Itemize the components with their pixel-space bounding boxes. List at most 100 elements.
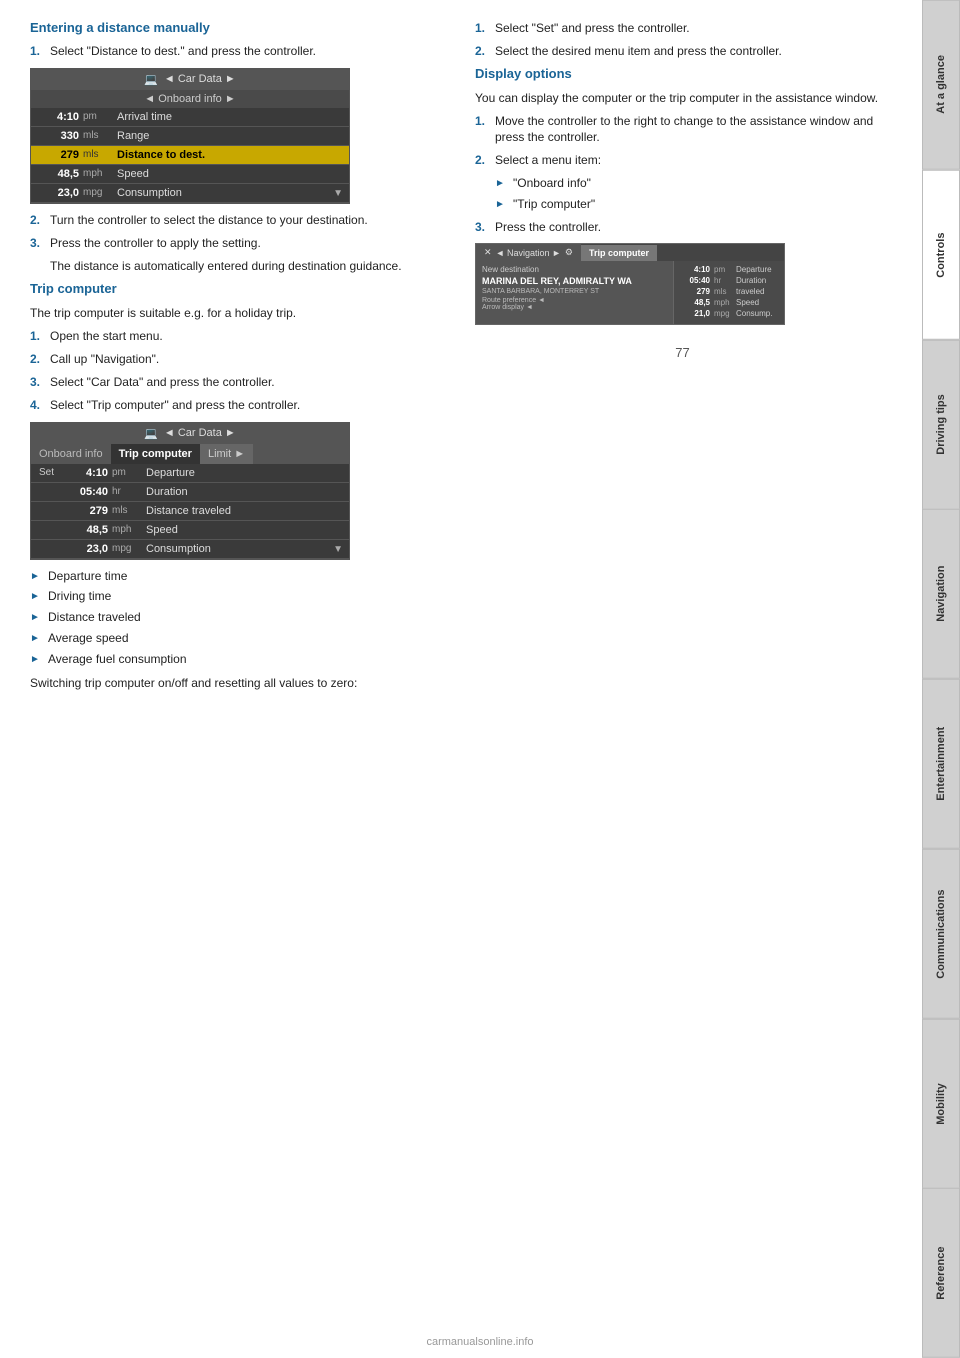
trip-steps-list: 1. Open the start menu. 2. Call up "Navi… (30, 328, 445, 413)
section-display-options: Display options You can display the comp… (475, 66, 890, 326)
car-data-row-range: 330 mls Range (31, 127, 349, 146)
nav-body: New destination MARINA DEL REY, ADMIRALT… (476, 261, 784, 324)
nav-settings-icon: ⚙ (565, 247, 573, 258)
display-step-text-3: Press the controller. (495, 219, 601, 236)
right-step-text-1: Select "Set" and press the controller. (495, 20, 690, 37)
sidebar-tab-entertainment[interactable]: Entertainment (922, 679, 960, 849)
trip-row-speed: 48,5 mph Speed (31, 521, 349, 540)
trip-step-3: 3. Select "Car Data" and press the contr… (30, 374, 445, 391)
trip-row-duration: 05:40 hr Duration (31, 483, 349, 502)
trip-box-header: 💻 ◄ Car Data ► (31, 423, 349, 444)
watermark: carmanualsonline.info (426, 1336, 533, 1348)
page-number: 77 (475, 345, 890, 370)
step-2: 2. Turn the controller to select the dis… (30, 212, 445, 229)
nav-tab-navigation: ✕ ◄ Navigation ► ⚙ (476, 244, 581, 261)
distance-note: The distance is automatically entered du… (50, 257, 445, 275)
trip-bullet-list: ► Departure time ► Driving time ► Distan… (30, 568, 445, 668)
trip-row-dist-traveled: 279 mls Distance traveled (31, 502, 349, 521)
trip-step-num-1: 1. (30, 328, 44, 345)
sidebar-tab-communications[interactable]: Communications (922, 849, 960, 1019)
car-data-row-consumption: 23,0 mpg Consumption ▼ (31, 184, 349, 203)
trip-scroll-arrow-icon: ▼ (333, 544, 343, 555)
step-num-3: 3. (30, 235, 44, 252)
display-step3-list: 3. Press the controller. (475, 219, 890, 236)
display-step-text-2: Select a menu item: (495, 152, 601, 169)
section-heading-display: Display options (475, 66, 890, 81)
car-data-icon: 💻 (144, 73, 158, 86)
submenu-arrow-2: ► (495, 198, 507, 212)
car-data-subheader-1: ◄ Onboard info ► (31, 90, 349, 108)
right-step-num-2: 2. (475, 43, 489, 60)
section-heading-trip: Trip computer (30, 281, 445, 296)
nav-data-duration: 05:40 hr Duration (680, 276, 778, 285)
trip-box-icon: 💻 (144, 427, 158, 440)
sidebar-tab-controls[interactable]: Controls (922, 170, 960, 340)
submenu-arrow-1: ► (495, 177, 507, 191)
trip-row-consumption: 23,0 mpg Consumption ▼ (31, 540, 349, 559)
right-step-num-1: 1. (475, 20, 489, 37)
display-step-num-1: 1. (475, 113, 489, 147)
display-step-num-2: 2. (475, 152, 489, 169)
trip-footer-text: Switching trip computer on/off and reset… (30, 674, 445, 692)
car-data-box-1: 💻 ◄ Car Data ► ◄ Onboard info ► 4:10 pm … (30, 68, 350, 204)
scroll-arrow-icon: ▼ (333, 188, 343, 199)
step-text-1: Select "Distance to dest." and press the… (50, 43, 316, 60)
right-step-text-2: Select the desired menu item and press t… (495, 43, 782, 60)
bullet-distance: ► Distance traveled (30, 609, 445, 626)
nav-screenshot: ✕ ◄ Navigation ► ⚙ Trip computer New des… (475, 243, 785, 325)
nav-arrow-display: Arrow display ◄ (482, 304, 667, 311)
bullet-avg-fuel: ► Average fuel consumption (30, 651, 445, 668)
right-steps-continued: 1. Select "Set" and press the controller… (475, 20, 890, 60)
tab-limit[interactable]: Limit ► (200, 444, 253, 464)
section-entering-distance: Entering a distance manually 1. Select "… (30, 20, 445, 275)
nav-tab-trip: Trip computer (581, 245, 657, 261)
step-3: 3. Press the controller to apply the set… (30, 235, 445, 252)
sidebar-tab-driving-tips[interactable]: Driving tips (922, 340, 960, 510)
submenu-trip: ► "Trip computer" (495, 196, 890, 213)
bullet-departure: ► Departure time (30, 568, 445, 585)
step-text-2: Turn the controller to select the distan… (50, 212, 368, 229)
trip-intro: The trip computer is suitable e.g. for a… (30, 304, 445, 322)
nav-data-consump: 21,0 mpg Consump. (680, 309, 778, 318)
arrow-icon-3: ► (30, 611, 42, 625)
trip-step-1: 1. Open the start menu. (30, 328, 445, 345)
trip-step-text-2: Call up "Navigation". (50, 351, 159, 368)
display-step-text-1: Move the controller to the right to chan… (495, 113, 890, 147)
car-data-row-speed: 48,5 mph Speed (31, 165, 349, 184)
sidebar-tab-at-glance[interactable]: At a glance (922, 0, 960, 170)
nav-dest-name: MARINA DEL REY, ADMIRALTY WA (482, 276, 667, 286)
nav-data-departure: 4:10 pm Departure (680, 265, 778, 274)
section-trip-computer: Trip computer The trip computer is suita… (30, 281, 445, 691)
display-submenu-list: ► "Onboard info" ► "Trip computer" (495, 175, 890, 213)
trip-step-text-4: Select "Trip computer" and press the con… (50, 397, 300, 414)
arrow-icon-1: ► (30, 570, 42, 584)
tab-onboard-info[interactable]: Onboard info (31, 444, 111, 464)
sidebar-tab-mobility[interactable]: Mobility (922, 1019, 960, 1189)
trip-tabs: Onboard info Trip computer Limit ► (31, 444, 349, 464)
nav-left-panel: New destination MARINA DEL REY, ADMIRALT… (476, 261, 674, 324)
sidebar-tab-navigation[interactable]: Navigation (922, 509, 960, 679)
section-heading-distance: Entering a distance manually (30, 20, 445, 35)
step-1: 1. Select "Distance to dest." and press … (30, 43, 445, 60)
tab-trip-computer[interactable]: Trip computer (111, 444, 200, 464)
step-text-3: Press the controller to apply the settin… (50, 235, 261, 252)
right-step-2: 2. Select the desired menu item and pres… (475, 43, 890, 60)
trip-step-num-4: 4. (30, 397, 44, 414)
trip-step-text-3: Select "Car Data" and press the controll… (50, 374, 275, 391)
display-steps-list: 1. Move the controller to the right to c… (475, 113, 890, 169)
display-intro: You can display the computer or the trip… (475, 89, 890, 107)
trip-step-4: 4. Select "Trip computer" and press the … (30, 397, 445, 414)
arrow-icon-5: ► (30, 653, 42, 667)
nav-x-icon: ✕ (484, 247, 492, 258)
right-step-1: 1. Select "Set" and press the controller… (475, 20, 890, 37)
trip-step-2: 2. Call up "Navigation". (30, 351, 445, 368)
display-step-2: 2. Select a menu item: (475, 152, 890, 169)
nav-data-traveled: 279 mls traveled (680, 287, 778, 296)
display-step-1: 1. Move the controller to the right to c… (475, 113, 890, 147)
steps-list-1: 1. Select "Distance to dest." and press … (30, 43, 445, 60)
trip-computer-box: 💻 ◄ Car Data ► Onboard info Trip compute… (30, 422, 350, 560)
sidebar-tab-reference[interactable]: Reference (922, 1188, 960, 1358)
bullet-driving: ► Driving time (30, 588, 445, 605)
arrow-icon-4: ► (30, 632, 42, 646)
step-num-2: 2. (30, 212, 44, 229)
